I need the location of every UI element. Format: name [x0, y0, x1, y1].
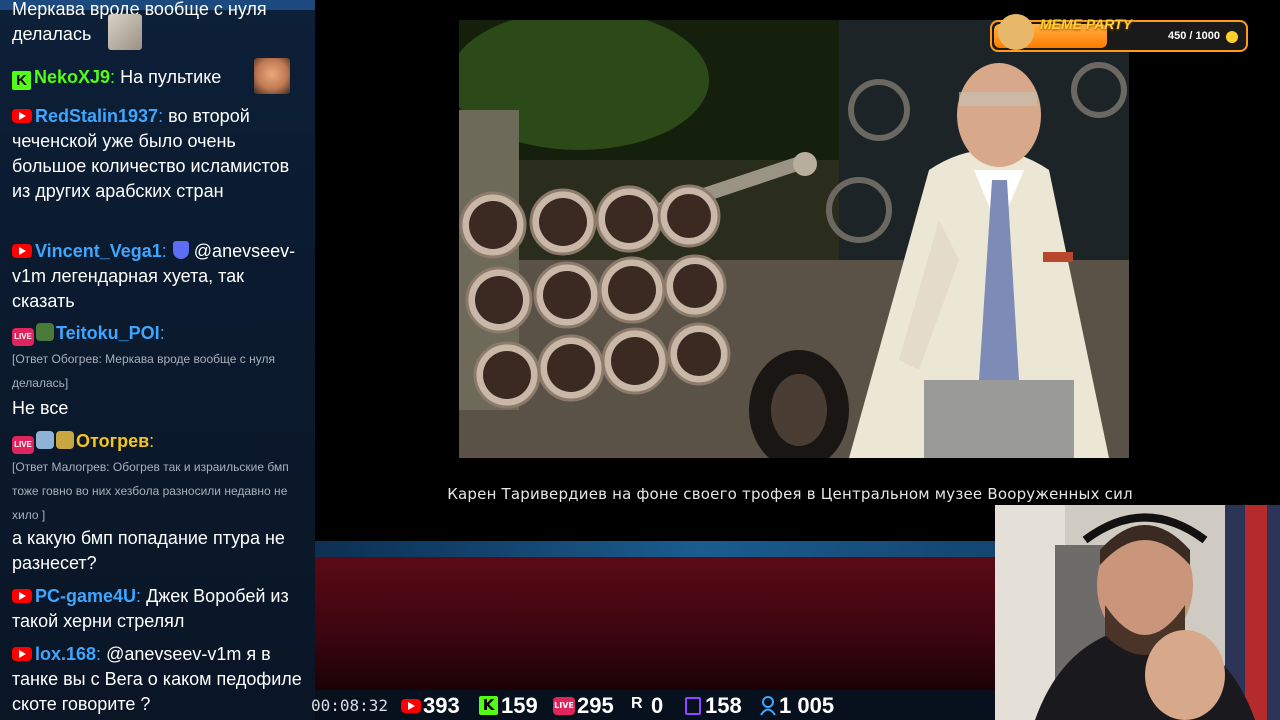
- chat-message-header: LIVE Teitoku_POI:: [12, 321, 308, 346]
- cheems-emote-icon: [56, 431, 74, 449]
- youtube-icon: [12, 589, 32, 603]
- vklive-icon: LIVE: [12, 436, 34, 454]
- chat-message: Vincent_Vega1: @anevseev-v1m легендарная…: [12, 241, 296, 311]
- chat-message-header: LIVE Отогрев:: [12, 429, 308, 454]
- chat-message-text: а какую бмп попадание птура не разнесет?: [12, 528, 285, 573]
- cat-emote-icon: [108, 14, 142, 50]
- moderator-shield-icon: [172, 241, 189, 259]
- stream-background-red: [315, 557, 995, 692]
- stream-timer: 00:08:32: [311, 696, 389, 715]
- chat-message-text: Не все: [12, 398, 69, 418]
- video-caption: Карен Таривердиев на фоне своего трофея …: [447, 485, 1133, 503]
- chat-message: PC-game4U: Джек Воробей из такой херни с…: [12, 586, 289, 631]
- chat-username[interactable]: lox.168: [35, 644, 96, 664]
- face-emote-icon: [254, 58, 290, 94]
- coin-icon: [1226, 31, 1238, 43]
- chat-message-top: Меркава вроде вообще с нуля делалась: [12, 0, 302, 47]
- chat-reply-quote: [Ответ Обогрев: Меркава вроде вообще с н…: [12, 352, 275, 390]
- viewers-total-icon: [759, 696, 777, 716]
- streamer-image: [995, 505, 1280, 720]
- kick-icon: K: [479, 696, 498, 715]
- chat-message: RedStalin1937: во второй чеченской уже б…: [12, 106, 290, 201]
- chat-username[interactable]: Teitoku_POI: [56, 323, 160, 343]
- chat-reply-quote: [Ответ Малогрев: Обогрев так и израильск…: [12, 460, 289, 522]
- meme-party-widget: MEME PARTY 450 / 1000: [990, 14, 1248, 52]
- kick-icon: K: [12, 71, 31, 90]
- chat-message-text: На пультике: [120, 67, 222, 87]
- chat-username[interactable]: PC-game4U: [35, 586, 136, 606]
- webcam-feed: [995, 505, 1280, 720]
- youtube-viewers: 393: [423, 693, 460, 718]
- doge-icon: [998, 14, 1034, 50]
- rutube-icon: R: [631, 695, 643, 712]
- chat-username[interactable]: RedStalin1937: [35, 106, 158, 126]
- video-frame: [459, 20, 1129, 458]
- total-viewers: 1 005: [779, 693, 835, 718]
- youtube-icon: [12, 647, 32, 661]
- vklive-icon: LIVE: [12, 328, 34, 346]
- chat-panel: Меркава вроде вообще с нуля делалась K Ne…: [0, 0, 315, 720]
- chat-message: lox.168: @anevseev-v1m я в танке вы с Ве…: [12, 644, 302, 714]
- rutube-viewers: 0: [651, 693, 664, 718]
- twitch-icon: [685, 697, 701, 715]
- tank-emote-icon: [36, 323, 54, 341]
- meme-party-count: 450 / 1000: [1168, 30, 1220, 42]
- chat-username[interactable]: Vincent_Vega1: [35, 241, 162, 261]
- twitch-viewers: 158: [705, 693, 742, 718]
- youtube-icon: [12, 109, 32, 123]
- stream-stats-bar: 00:08:32 393 K 159 LIVE 295 R 0 158 1 00…: [305, 692, 905, 720]
- meme-party-title: MEME PARTY: [1040, 16, 1133, 32]
- chat-username[interactable]: NekoXJ9: [34, 67, 110, 87]
- chat-username[interactable]: Отогрев: [76, 431, 149, 451]
- bird-emote-icon: [36, 431, 54, 449]
- youtube-icon: [12, 244, 32, 258]
- vklive-viewers: 295: [577, 693, 614, 718]
- youtube-icon: [401, 699, 421, 713]
- vklive-icon: LIVE: [553, 697, 575, 715]
- video-scene-image: [459, 20, 1129, 458]
- kick-viewers: 159: [501, 693, 538, 718]
